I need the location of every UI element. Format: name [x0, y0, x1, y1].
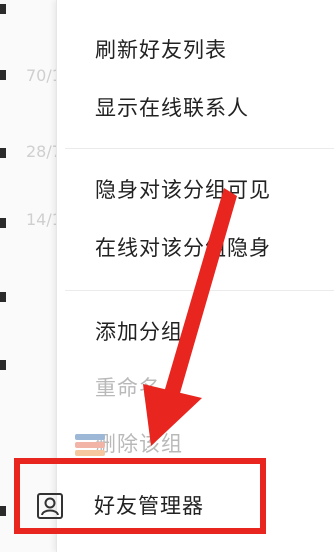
menu-item-add-group[interactable]: 添加分组 — [95, 318, 183, 346]
menu-item-rename[interactable]: 重命名 — [95, 374, 161, 402]
edge-mark — [0, 4, 6, 14]
menu-item-show-online[interactable]: 显示在线联系人 — [95, 94, 249, 122]
menu-item-online-hidden-from-group[interactable]: 在线对该分组隐身 — [95, 234, 271, 262]
menu-item-invisible-visible-to-group[interactable]: 隐身对该分组可见 — [95, 176, 271, 204]
menu-item-refresh-friends[interactable]: 刷新好友列表 — [95, 36, 227, 64]
edge-mark — [0, 70, 6, 80]
edge-mark — [0, 218, 6, 228]
edge-mark — [0, 292, 6, 302]
edge-mark — [0, 148, 6, 158]
menu-divider — [65, 290, 334, 291]
user-card-icon — [37, 493, 63, 519]
layers-icon — [75, 434, 105, 456]
edge-mark — [0, 506, 6, 516]
menu-item-delete-group[interactable]: 删除该组 — [75, 430, 183, 458]
edge-mark — [0, 360, 6, 370]
menu-item-friend-manager[interactable]: 好友管理器 — [94, 492, 204, 520]
menu-divider — [65, 148, 334, 149]
